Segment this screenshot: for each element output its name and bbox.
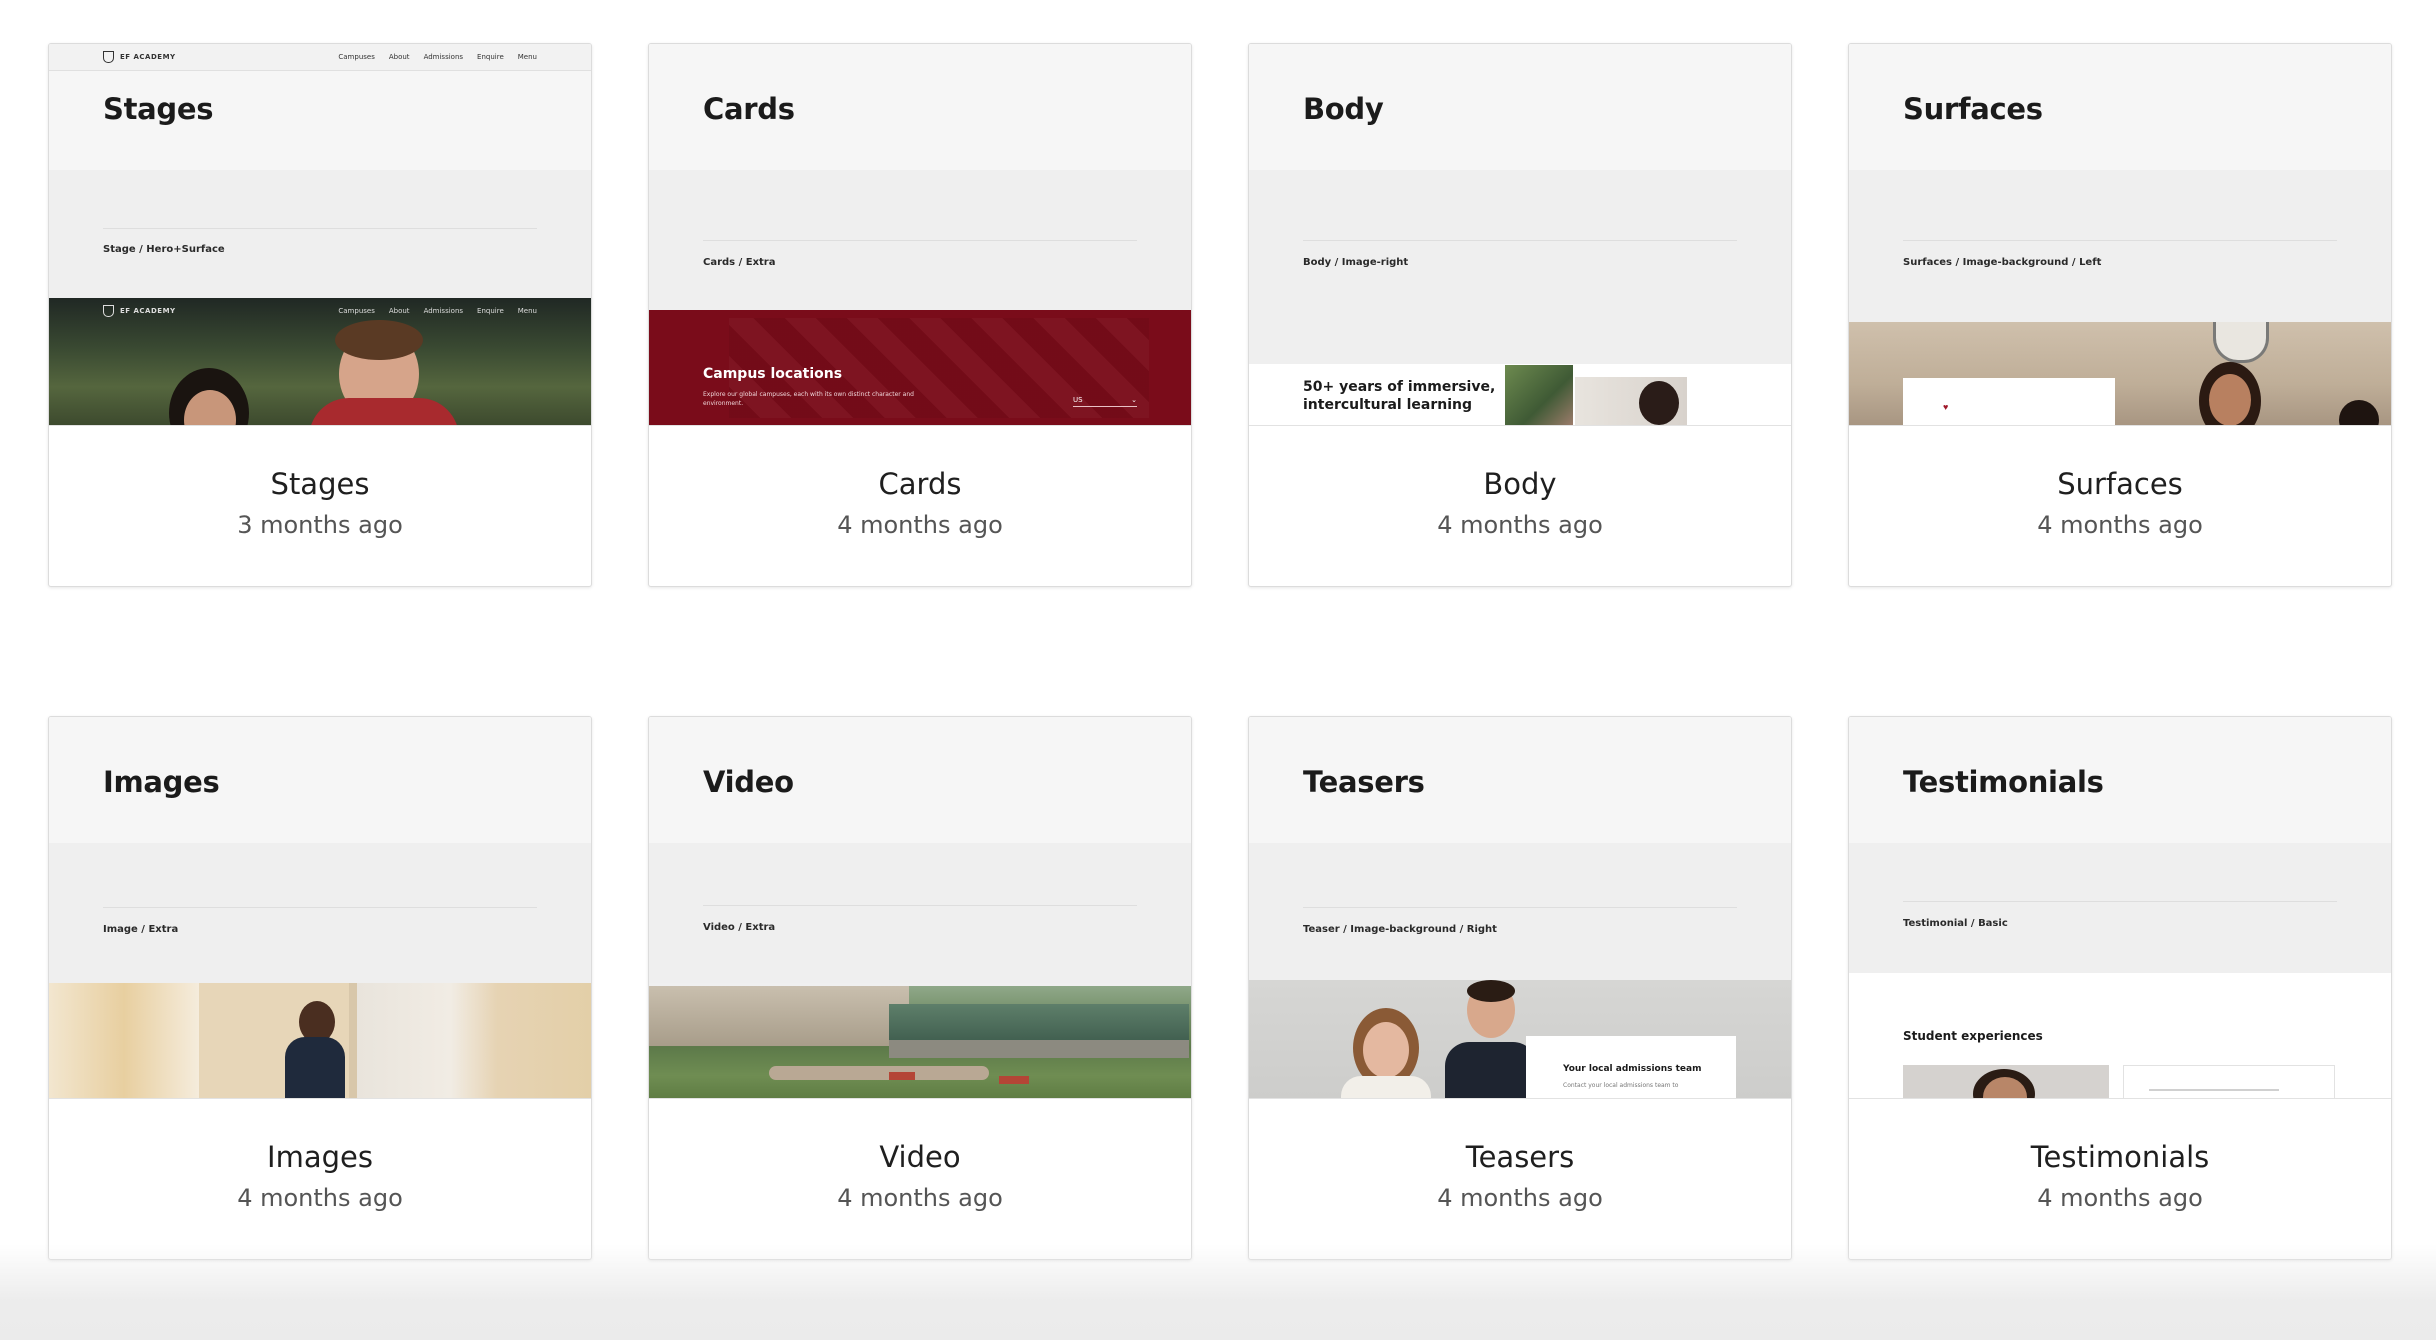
preview-heading: Testimonials (1903, 765, 2104, 799)
card-testimonials[interactable]: Testimonials Testimonial / Basic Student… (1848, 716, 2392, 1260)
page-bottom-fade (0, 1244, 2436, 1340)
preview-heading: Surfaces (1903, 92, 2043, 126)
clock-icon (2213, 322, 2269, 363)
chevron-down-icon: ⌄ (1131, 396, 1137, 404)
preview-nav: EF ACADEMY Campuses About Admissions Enq… (49, 44, 591, 71)
preview-image: EF ACADEMY Campuses About Admissions Enq… (49, 298, 591, 425)
card-video[interactable]: Video Video / Extra Video 4 months ago (648, 716, 1192, 1260)
card-date: 4 months ago (1437, 1184, 1603, 1212)
card-surfaces[interactable]: Surfaces Surfaces / Image-background / L… (1848, 43, 2392, 587)
preview-heading: Video (703, 765, 794, 799)
card-title: Surfaces (2057, 467, 2183, 501)
card-images[interactable]: Images Image / Extra Images 4 months ago (48, 716, 592, 1260)
preview-path: Body / Image-right (1303, 257, 1409, 268)
card-date: 4 months ago (1437, 511, 1603, 539)
card-body[interactable]: Body Body / Image-right 50+ years of imm… (1248, 43, 1792, 587)
card-title: Teasers (1465, 1140, 1575, 1174)
card-date: 3 months ago (237, 511, 403, 539)
card-title: Testimonials (2030, 1140, 2210, 1174)
card-thumbnail: Teasers Teaser / Image-background / Righ… (1249, 717, 1791, 1099)
preview-path: Testimonial / Basic (1903, 918, 2008, 929)
preview-image (49, 983, 591, 1098)
preview-path: Surfaces / Image-background / Left (1903, 257, 2102, 268)
card-thumbnail: Body Body / Image-right 50+ years of imm… (1249, 44, 1791, 426)
card-title: Stages (270, 467, 370, 501)
preview-image: Your local admissions team Contact your … (1249, 980, 1791, 1098)
card-thumbnail: Images Image / Extra (49, 717, 591, 1099)
preview-path: Video / Extra (703, 922, 776, 933)
banner-title: Campus locations (703, 366, 843, 382)
card-title: Body (1483, 467, 1557, 501)
card-thumbnail: Surfaces Surfaces / Image-background / L… (1849, 44, 2391, 426)
card-date: 4 months ago (837, 511, 1003, 539)
card-date: 4 months ago (2037, 1184, 2203, 1212)
card-teasers[interactable]: Teasers Teaser / Image-background / Righ… (1248, 716, 1792, 1260)
card-thumbnail: Cards Cards / Extra Campus locations Exp… (649, 44, 1191, 426)
card-cards[interactable]: Cards Cards / Extra Campus locations Exp… (648, 43, 1192, 587)
location-select[interactable]: US ⌄ (1073, 396, 1137, 407)
preview-heading: Teasers (1303, 765, 1425, 799)
preview-image: Student experiences (1849, 973, 2391, 1098)
card-thumbnail: Video Video / Extra (649, 717, 1191, 1099)
preview-heading: Body (1303, 92, 1384, 126)
preview-heading: Stages (103, 92, 214, 126)
preview-path: Image / Extra (103, 924, 179, 935)
card-title: Video (879, 1140, 961, 1174)
preview-heading: Images (103, 765, 220, 799)
preview-path: Stage / Hero+Surface (103, 244, 225, 255)
preview-image (649, 986, 1191, 1098)
card-date: 4 months ago (837, 1184, 1003, 1212)
preview-heading: Cards (703, 92, 795, 126)
preview-image: ♥ (1849, 322, 2391, 425)
card-thumbnail: EF ACADEMY Campuses About Admissions Enq… (49, 44, 591, 426)
heart-icon: ♥ (1943, 402, 1949, 412)
preview-banner: Campus locations Explore our global camp… (649, 310, 1191, 425)
card-stages[interactable]: EF ACADEMY Campuses About Admissions Enq… (48, 43, 592, 587)
card-thumbnail: Testimonials Testimonial / Basic Student… (1849, 717, 2391, 1099)
card-date: 4 months ago (237, 1184, 403, 1212)
preview-path: Teaser / Image-background / Right (1303, 924, 1497, 935)
preview-path: Cards / Extra (703, 257, 776, 268)
preview-image: 50+ years of immersive, intercultural le… (1249, 365, 1791, 425)
card-title: Cards (878, 467, 962, 501)
banner-text: Explore our global campuses, each with i… (703, 391, 914, 407)
card-title: Images (267, 1140, 373, 1174)
card-date: 4 months ago (2037, 511, 2203, 539)
